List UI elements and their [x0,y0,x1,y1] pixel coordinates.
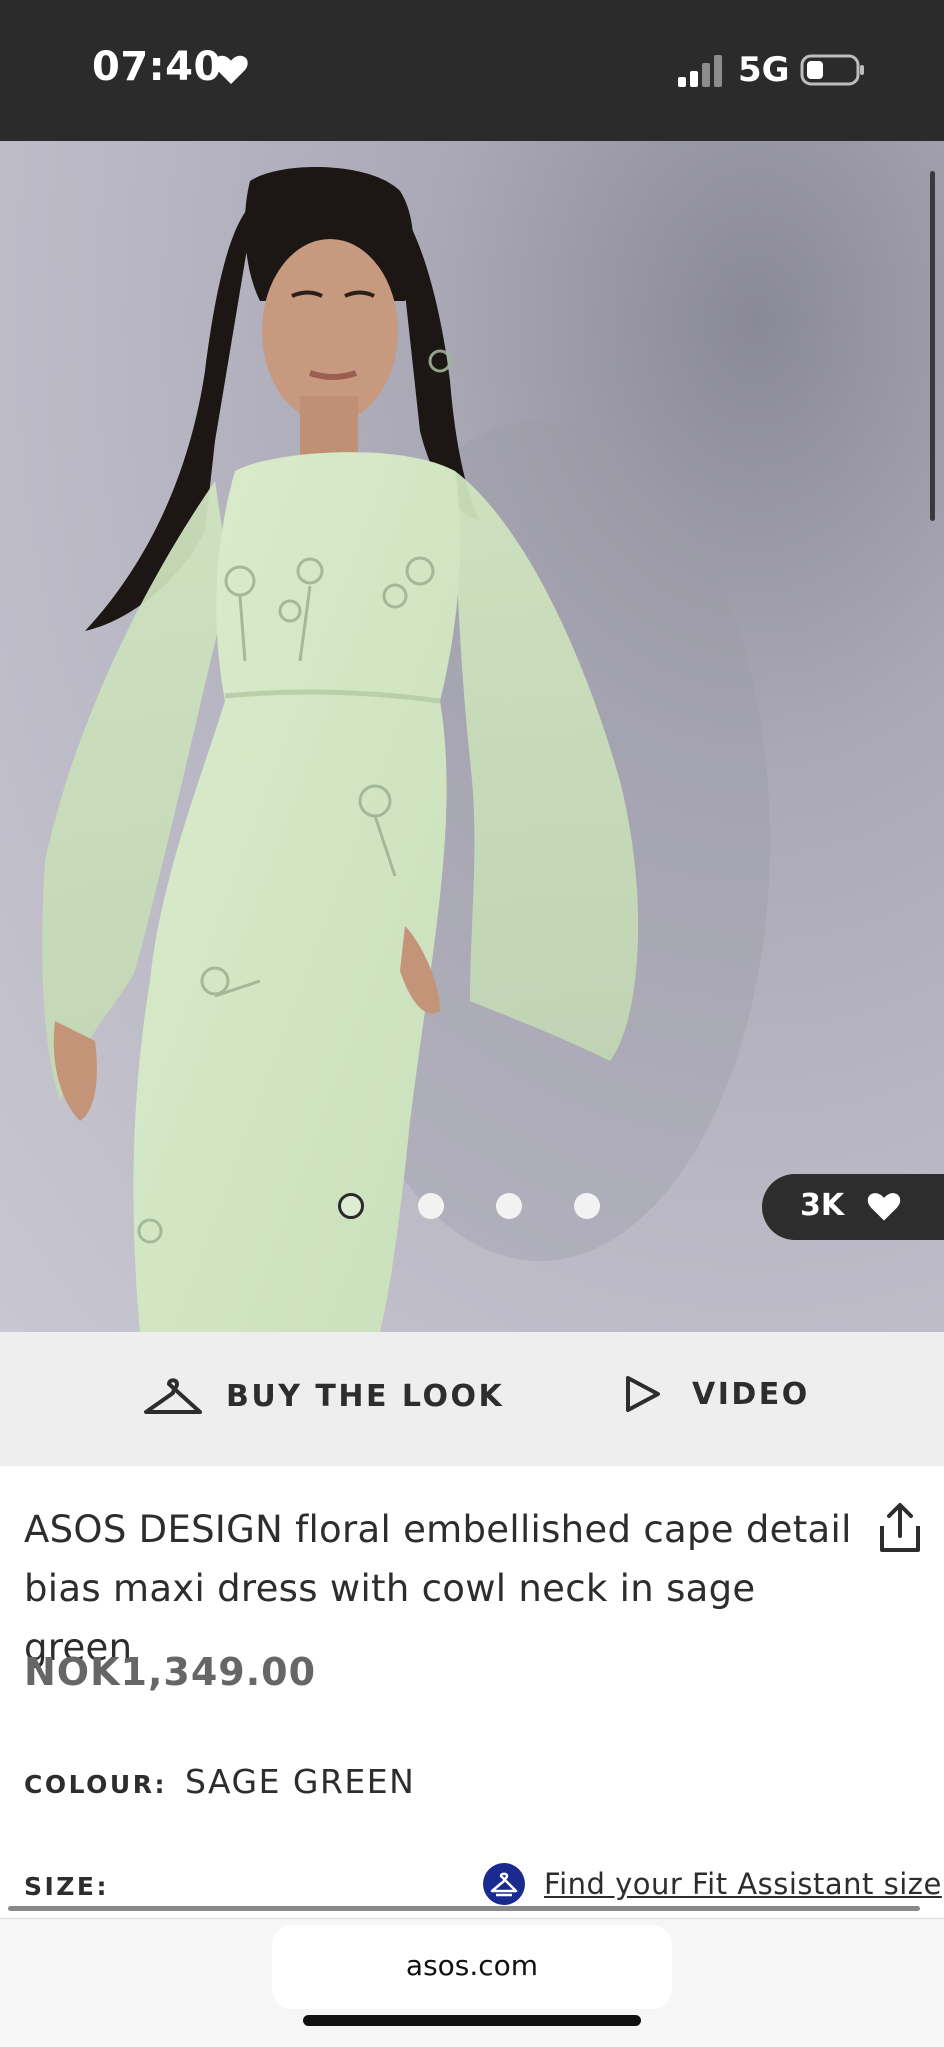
pagination-dot-4[interactable] [574,1193,600,1219]
signal-icon [678,55,722,87]
fit-assistant-icon [483,1863,525,1905]
image-scrollbar[interactable] [930,171,935,521]
status-bar: 07:40 5G [0,0,944,141]
url-text: asos.com [405,1949,539,1982]
pagination-dot-1[interactable] [338,1193,364,1219]
hanger-icon [144,1378,202,1414]
media-actions-bar: BUY THE LOOK VIDEO [0,1332,944,1466]
share-icon[interactable] [876,1500,924,1554]
network-type: 5G [738,50,790,90]
product-photo [42,167,770,1332]
colour-value: SAGE GREEN [184,1762,416,1801]
status-time: 07:40 [92,44,222,90]
product-price: NOK1,349.00 [24,1650,317,1694]
heart-icon [867,1193,901,1221]
pagination-dot-2[interactable] [418,1193,444,1219]
buy-the-look-button[interactable]: BUY THE LOOK [142,1374,504,1418]
buy-the-look-label: BUY THE LOOK [226,1378,505,1414]
battery-icon [800,54,864,86]
product-image-gallery[interactable]: 3K [0,141,944,1332]
browser-bar: asos.com [0,1918,944,2047]
colour-label: COLOUR: [24,1770,167,1799]
address-bar[interactable]: asos.com [272,1925,672,2009]
video-button[interactable]: VIDEO [622,1374,810,1414]
fit-assistant-text: Find your Fit Assistant size [544,1867,942,1901]
size-label: SIZE: [24,1872,110,1901]
colour-row: COLOUR: SAGE GREEN [24,1762,415,1801]
page-load-progress [8,1906,920,1911]
heart-icon [214,55,248,84]
save-for-later-button[interactable]: 3K [762,1174,944,1240]
saves-count: 3K [800,1188,845,1223]
pagination-dot-3[interactable] [496,1193,522,1219]
fit-assistant-link[interactable]: Find your Fit Assistant size [482,1862,942,1906]
play-icon [626,1376,660,1412]
home-indicator[interactable] [303,2015,641,2026]
video-label: VIDEO [692,1376,810,1412]
